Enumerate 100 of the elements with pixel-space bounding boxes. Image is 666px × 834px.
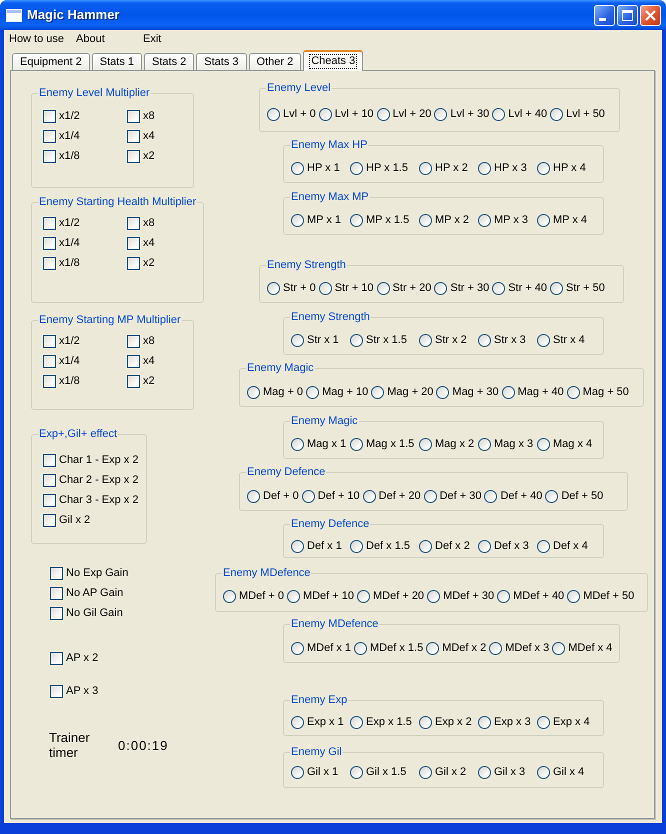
radio-button[interactable] — [537, 766, 550, 778]
radio-button[interactable] — [350, 716, 363, 728]
radio-button[interactable] — [350, 540, 363, 552]
radio-button[interactable] — [478, 540, 491, 552]
checkbox[interactable] — [43, 374, 56, 388]
checkbox[interactable] — [43, 354, 56, 368]
checkbox[interactable] — [127, 236, 140, 250]
radio-button[interactable] — [484, 490, 498, 502]
radio-button[interactable] — [350, 162, 363, 174]
checkbox[interactable] — [50, 684, 63, 698]
radio-button[interactable] — [350, 438, 363, 450]
radio-button[interactable] — [419, 540, 432, 552]
menu-item[interactable]: How to use — [4, 30, 71, 48]
radio-button[interactable] — [492, 108, 506, 120]
checkbox[interactable] — [43, 236, 56, 250]
radio-button[interactable] — [376, 108, 390, 120]
radio-button[interactable] — [550, 108, 564, 120]
tab[interactable]: Equipment 2 — [12, 53, 90, 70]
checkbox[interactable] — [43, 454, 56, 466]
radio-button[interactable] — [291, 214, 304, 226]
radio-button[interactable] — [419, 766, 432, 778]
radio-button[interactable] — [492, 282, 506, 294]
radio-button[interactable] — [318, 108, 332, 120]
checkbox[interactable] — [127, 216, 140, 230]
checkbox[interactable] — [43, 494, 56, 506]
radio-button[interactable] — [419, 334, 432, 346]
tab[interactable]: Cheats 3 — [303, 50, 364, 71]
radio-button[interactable] — [478, 766, 491, 778]
checkbox[interactable] — [43, 216, 56, 230]
checkbox[interactable] — [50, 586, 63, 600]
tab[interactable]: Other 2 — [248, 53, 302, 70]
radio-button[interactable] — [371, 386, 384, 398]
radio-button[interactable] — [286, 590, 300, 602]
checkbox[interactable] — [127, 256, 140, 270]
radio-button[interactable] — [350, 766, 363, 778]
tab[interactable]: Stats 3 — [196, 53, 247, 70]
radio-button[interactable] — [426, 642, 440, 654]
radio-button[interactable] — [502, 386, 515, 398]
radio-button[interactable] — [478, 162, 491, 174]
radio-button[interactable] — [362, 490, 376, 502]
radio-button[interactable] — [376, 282, 390, 294]
radio-button[interactable] — [419, 716, 432, 728]
maximize-button[interactable] — [617, 4, 638, 26]
menu-item[interactable]: Exit — [138, 30, 205, 48]
radio-button[interactable] — [478, 716, 491, 728]
radio-button[interactable] — [545, 490, 558, 502]
radio-button[interactable] — [537, 716, 550, 728]
radio-button[interactable] — [478, 438, 491, 450]
radio-button[interactable] — [478, 334, 491, 346]
tab[interactable]: Stats 2 — [144, 53, 194, 70]
tab[interactable]: Stats 1 — [92, 53, 142, 70]
checkbox[interactable] — [127, 130, 140, 142]
radio-button[interactable] — [552, 642, 566, 654]
minimize-button[interactable] — [594, 4, 615, 26]
checkbox[interactable] — [50, 566, 63, 580]
radio-button[interactable] — [267, 108, 280, 120]
radio-button[interactable] — [419, 214, 432, 226]
checkbox[interactable] — [127, 150, 140, 162]
radio-button[interactable] — [291, 642, 304, 654]
checkbox[interactable] — [43, 110, 56, 122]
radio-button[interactable] — [424, 490, 437, 502]
menu-item[interactable]: About — [71, 30, 138, 48]
checkbox[interactable] — [127, 110, 140, 122]
radio-button[interactable] — [436, 386, 450, 398]
radio-button[interactable] — [497, 590, 510, 602]
radio-button[interactable] — [318, 282, 332, 294]
radio-button[interactable] — [537, 438, 550, 450]
radio-button[interactable] — [267, 282, 280, 294]
checkbox[interactable] — [127, 354, 140, 368]
radio-button[interactable] — [478, 214, 491, 226]
checkbox[interactable] — [43, 514, 56, 526]
checkbox[interactable] — [43, 256, 56, 270]
radio-button[interactable] — [427, 590, 440, 602]
radio-button[interactable] — [354, 642, 368, 654]
radio-button[interactable] — [291, 716, 304, 728]
radio-button[interactable] — [291, 438, 304, 450]
radio-button[interactable] — [302, 490, 315, 502]
radio-button[interactable] — [291, 162, 304, 174]
radio-button[interactable] — [291, 540, 304, 552]
checkbox[interactable] — [43, 474, 56, 486]
radio-button[interactable] — [567, 590, 580, 602]
checkbox[interactable] — [43, 130, 56, 142]
checkbox[interactable] — [50, 606, 63, 620]
radio-button[interactable] — [434, 108, 448, 120]
radio-button[interactable] — [537, 334, 550, 346]
radio-button[interactable] — [537, 162, 550, 174]
checkbox[interactable] — [43, 150, 56, 162]
radio-button[interactable] — [306, 386, 320, 398]
radio-button[interactable] — [350, 214, 363, 226]
radio-button[interactable] — [291, 766, 304, 778]
radio-button[interactable] — [489, 642, 502, 654]
close-button[interactable] — [640, 4, 661, 26]
radio-button[interactable] — [537, 214, 550, 226]
radio-button[interactable] — [419, 438, 432, 450]
radio-button[interactable] — [291, 334, 304, 346]
radio-button[interactable] — [537, 540, 550, 552]
checkbox[interactable] — [50, 652, 63, 664]
radio-button[interactable] — [434, 282, 448, 294]
radio-button[interactable] — [247, 386, 260, 398]
checkbox[interactable] — [127, 374, 140, 388]
